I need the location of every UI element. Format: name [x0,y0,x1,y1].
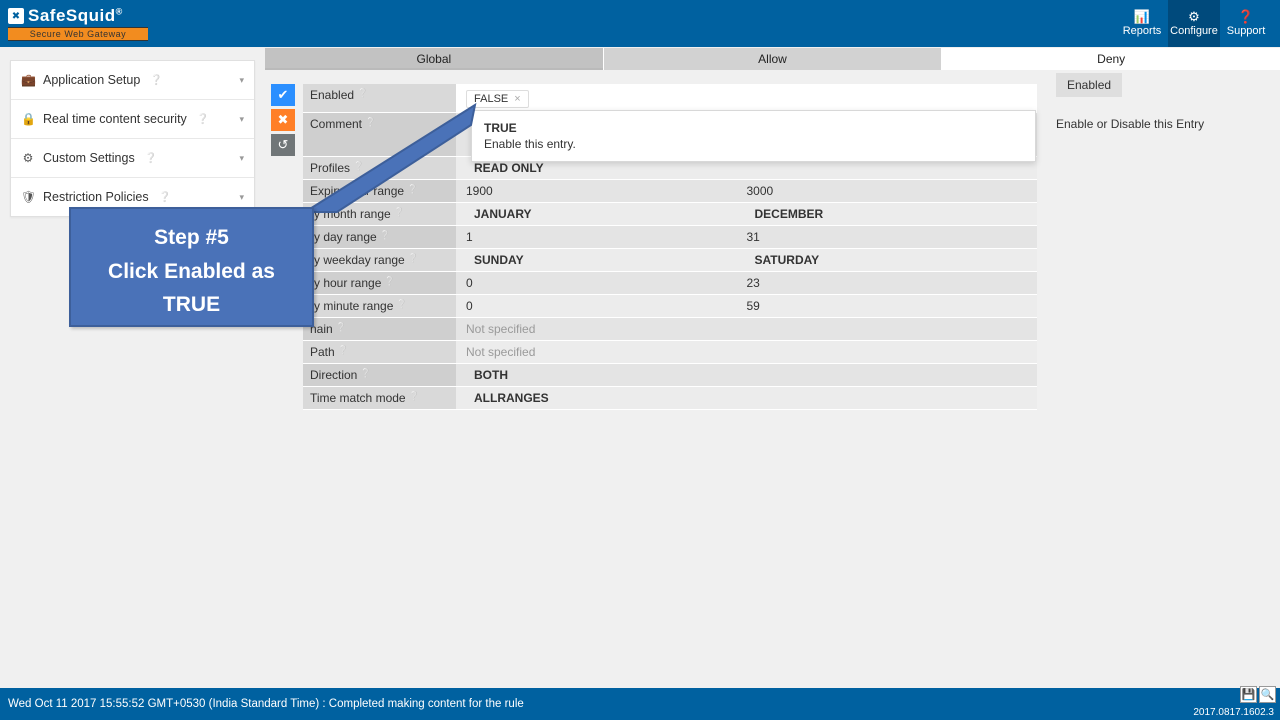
dropdown-option-true[interactable]: TRUE [484,121,1023,135]
sidebar-item-realtime-security[interactable]: 🔒 Real time content security ❔ ▾ [11,100,254,139]
help-dot-icon: ❔ [396,299,407,310]
enabled-dropdown[interactable]: TRUE Enable this entry. [471,110,1036,162]
logo-text: SafeSquid® [28,6,123,26]
enabled-desc: Enable or Disable this Entry [1056,117,1274,131]
header: ✖ SafeSquid® Secure Web Gateway 📊 Report… [0,0,1280,47]
footer: Wed Oct 11 2017 15:55:52 GMT+0530 (India… [0,688,1280,720]
sidebar-item-custom-settings[interactable]: ⚙ Custom Settings ❔ ▾ [11,139,254,178]
month-to[interactable]: DECEMBER [747,207,1028,221]
dropdown-option-desc: Enable this entry. [484,137,1023,151]
day-from[interactable]: 1 [466,230,747,244]
nav-label: Reports [1123,25,1162,37]
tab-global[interactable]: Global [265,48,603,70]
field-label: Path [310,345,335,359]
help-dot-icon: ❔ [409,391,420,402]
sidebar: 💼 Application Setup ❔ ▾ 🔒 Real time cont… [10,60,255,217]
nav-label: Configure [1170,25,1218,37]
year-to[interactable]: 3000 [747,184,1028,198]
row-expiry-day: ry day range❔ 131 [303,226,1037,249]
save-button[interactable]: 💾 [1240,686,1257,703]
year-from[interactable]: 1900 [466,184,747,198]
briefcase-icon: 💼 [21,73,35,87]
field-label: ry day range [310,230,377,244]
timematch-value[interactable]: ALLRANGES [466,391,549,405]
status-text: Wed Oct 11 2017 15:55:52 GMT+0530 (India… [8,698,524,710]
tab-deny[interactable]: Deny [941,48,1280,70]
day-to[interactable]: 31 [747,230,1028,244]
shield-icon: 🛡 [21,190,35,204]
help-dot-icon: ❔ [380,230,391,241]
callout-line1: Step #5 [79,221,304,255]
row-direction: Direction❔ BOTH [303,364,1037,387]
nav-support[interactable]: ❓ Support [1220,0,1272,47]
gear-icon: ⚙ [1188,10,1200,23]
lock-icon: 🔒 [21,112,35,126]
field-label: ry hour range [310,276,381,290]
logo-icon: ✖ [8,8,24,24]
nav-configure[interactable]: ⚙ Configure [1168,0,1220,47]
field-label: ry weekday range [310,253,405,267]
help-dot-icon: ❔ [384,276,395,287]
help-dot-icon: ❔ [360,368,371,379]
path-value[interactable]: Not specified [466,345,535,359]
sidebar-item-label: Real time content security [43,112,187,126]
help-dot-icon: ❔ [197,114,209,125]
month-from[interactable]: JANUARY [466,207,747,221]
chevron-down-icon: ▾ [239,192,244,203]
field-label: ry minute range [310,299,393,313]
help-dot-icon: ❔ [336,322,347,333]
hour-from[interactable]: 0 [466,276,747,290]
row-expiry-weekday: ry weekday range❔ SUNDAYSATURDAY [303,249,1037,272]
sidebar-item-label: Restriction Policies [43,190,149,204]
chevron-down-icon: ▾ [239,153,244,164]
nav-label: Support [1227,25,1266,37]
chevron-down-icon: ▾ [239,75,244,86]
weekday-to[interactable]: SATURDAY [747,253,1028,267]
nav-reports[interactable]: 📊 Reports [1116,0,1168,47]
remove-chip-icon[interactable]: × [514,93,520,105]
header-nav: 📊 Reports ⚙ Configure ❓ Support [1116,0,1272,47]
floppy-icon: 💾 [1242,688,1256,701]
row-domain: nain❔ Not specified [303,318,1037,341]
callout-line2: Click Enabled as [79,255,304,289]
sidebar-item-label: Application Setup [43,73,140,87]
sidebar-item-label: Custom Settings [43,151,135,165]
weekday-from[interactable]: SUNDAY [466,253,747,267]
sliders-icon: ⚙ [21,151,35,165]
right-panel: Enabled Enable or Disable this Entry [1056,73,1274,131]
enabled-badge: Enabled [1056,73,1122,97]
tabs: Global Allow Deny [265,48,1280,70]
field-label: Direction [310,368,357,382]
row-expiry-minute: ry minute range❔ 059 [303,295,1037,318]
footer-right: 💾 🔍 2017.0817.1602.3 [1191,686,1276,718]
help-dot-icon: ❔ [408,253,419,264]
step-callout: Step #5 Click Enabled as TRUE [69,207,314,327]
tab-allow[interactable]: Allow [603,48,942,70]
help-dot-icon: ❔ [150,75,162,86]
row-timematch: Time match mode❔ ALLRANGES [303,387,1037,410]
chart-icon: 📊 [1134,10,1150,23]
hour-to[interactable]: 23 [747,276,1028,290]
row-path: Path❔ Not specified [303,341,1037,364]
logo-area: ✖ SafeSquid® Secure Web Gateway [8,6,148,41]
sidebar-item-application-setup[interactable]: 💼 Application Setup ❔ ▾ [11,61,254,100]
search-icon: 🔍 [1261,688,1275,701]
help-dot-icon: ❔ [159,192,171,203]
callout-line3: TRUE [79,288,304,322]
help-icon: ❓ [1238,10,1254,23]
field-label: Time match mode [310,391,406,405]
logo-tagline: Secure Web Gateway [8,27,148,41]
minute-from[interactable]: 0 [466,299,747,313]
row-expiry-hour: ry hour range❔ 023 [303,272,1037,295]
minute-to[interactable]: 59 [747,299,1028,313]
version-text: 2017.0817.1602.3 [1191,707,1276,718]
domain-value[interactable]: Not specified [466,322,535,336]
direction-value[interactable]: BOTH [466,368,508,382]
chevron-down-icon: ▾ [239,114,244,125]
help-dot-icon: ❔ [145,153,157,164]
help-dot-icon: ❔ [338,345,349,356]
search-button[interactable]: 🔍 [1259,686,1276,703]
